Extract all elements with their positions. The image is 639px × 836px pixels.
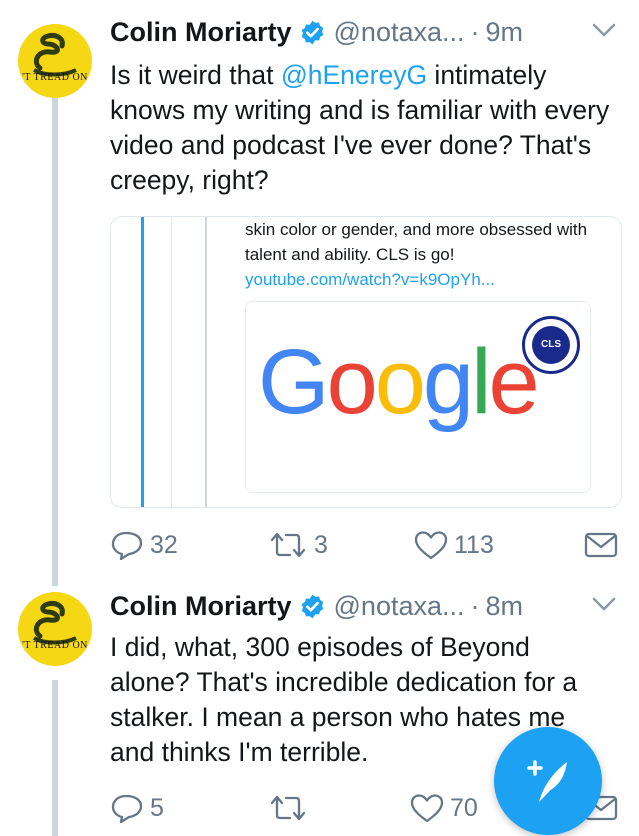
avatar[interactable]: 'T TREAD ON: [18, 592, 92, 666]
tweet-text: Is it weird that @hEnereyG intimately kn…: [110, 58, 615, 198]
like-button[interactable]: 70: [410, 788, 478, 828]
card-image[interactable]: CLS Google: [245, 301, 591, 493]
separator-dot: ·: [470, 16, 480, 47]
reply-count: 5: [150, 793, 164, 822]
gadsden-snake-icon: [32, 601, 77, 645]
retweet-icon: [270, 795, 306, 821]
avatar-caption: 'T TREAD ON: [22, 72, 88, 83]
card-text: skin color or gender, and more obsessed …: [245, 217, 605, 292]
author-handle[interactable]: @notaxa...: [334, 17, 465, 48]
card-divider: [171, 217, 172, 507]
reply-count: 32: [150, 530, 178, 559]
retweet-button[interactable]: 3: [268, 525, 328, 565]
chevron-down-icon[interactable]: [591, 20, 617, 40]
author-handle[interactable]: @notaxa...: [334, 591, 465, 622]
reply-button[interactable]: 5: [110, 788, 164, 828]
like-count: 70: [450, 793, 478, 822]
verified-badge-icon: [301, 20, 323, 44]
card-divider: [205, 217, 207, 507]
avatar-caption: 'T TREAD ON: [22, 640, 88, 651]
compose-tweet-icon: [527, 760, 567, 802]
reply-icon: [111, 794, 143, 823]
tweet-actions: 32 3 113: [110, 525, 630, 565]
retweet-button[interactable]: [268, 788, 314, 828]
card-link[interactable]: youtube.com/watch?v=k9OpYh...: [245, 270, 495, 289]
reply-button[interactable]: 32: [110, 525, 178, 565]
cls-logo-text: CLS: [532, 326, 570, 364]
like-count: 113: [454, 530, 494, 559]
tweet-1[interactable]: 'T TREAD ON Colin Moriarty @notaxa... · …: [0, 0, 639, 580]
tweet-text-part: Is it weird that: [110, 60, 281, 90]
retweet-count: 3: [314, 530, 328, 559]
verified-badge-icon: [301, 594, 323, 618]
direct-message-button[interactable]: [584, 525, 624, 565]
compose-tweet-button[interactable]: [494, 727, 602, 835]
author-name[interactable]: Colin Moriarty: [110, 591, 292, 622]
thread-line: [52, 580, 58, 586]
tweet-header: Colin Moriarty @notaxa... · 8m: [110, 586, 619, 626]
gadsden-snake-icon: [32, 33, 77, 77]
card-divider: [141, 217, 144, 507]
chevron-down-icon[interactable]: [591, 594, 617, 614]
quoted-media-card[interactable]: skin color or gender, and more obsessed …: [110, 216, 622, 508]
direct-message-icon: [584, 532, 618, 558]
card-body-text: skin color or gender, and more obsessed …: [245, 220, 588, 264]
google-logo: Google: [258, 331, 540, 433]
tweet-header: Colin Moriarty @notaxa... · 9m: [110, 12, 619, 52]
mention-link[interactable]: @hEnereyG: [281, 60, 427, 90]
like-icon: [414, 531, 448, 560]
retweet-icon: [270, 532, 306, 558]
reply-icon: [111, 531, 143, 560]
timestamp[interactable]: 8m: [486, 591, 524, 622]
thread-line: [52, 680, 58, 836]
avatar[interactable]: 'T TREAD ON: [18, 24, 92, 98]
thread-line: [52, 96, 58, 580]
separator-dot: ·: [470, 590, 480, 621]
like-button[interactable]: 113: [414, 525, 494, 565]
timestamp[interactable]: 9m: [486, 17, 524, 48]
like-icon: [410, 794, 444, 823]
author-name[interactable]: Colin Moriarty: [110, 17, 292, 48]
